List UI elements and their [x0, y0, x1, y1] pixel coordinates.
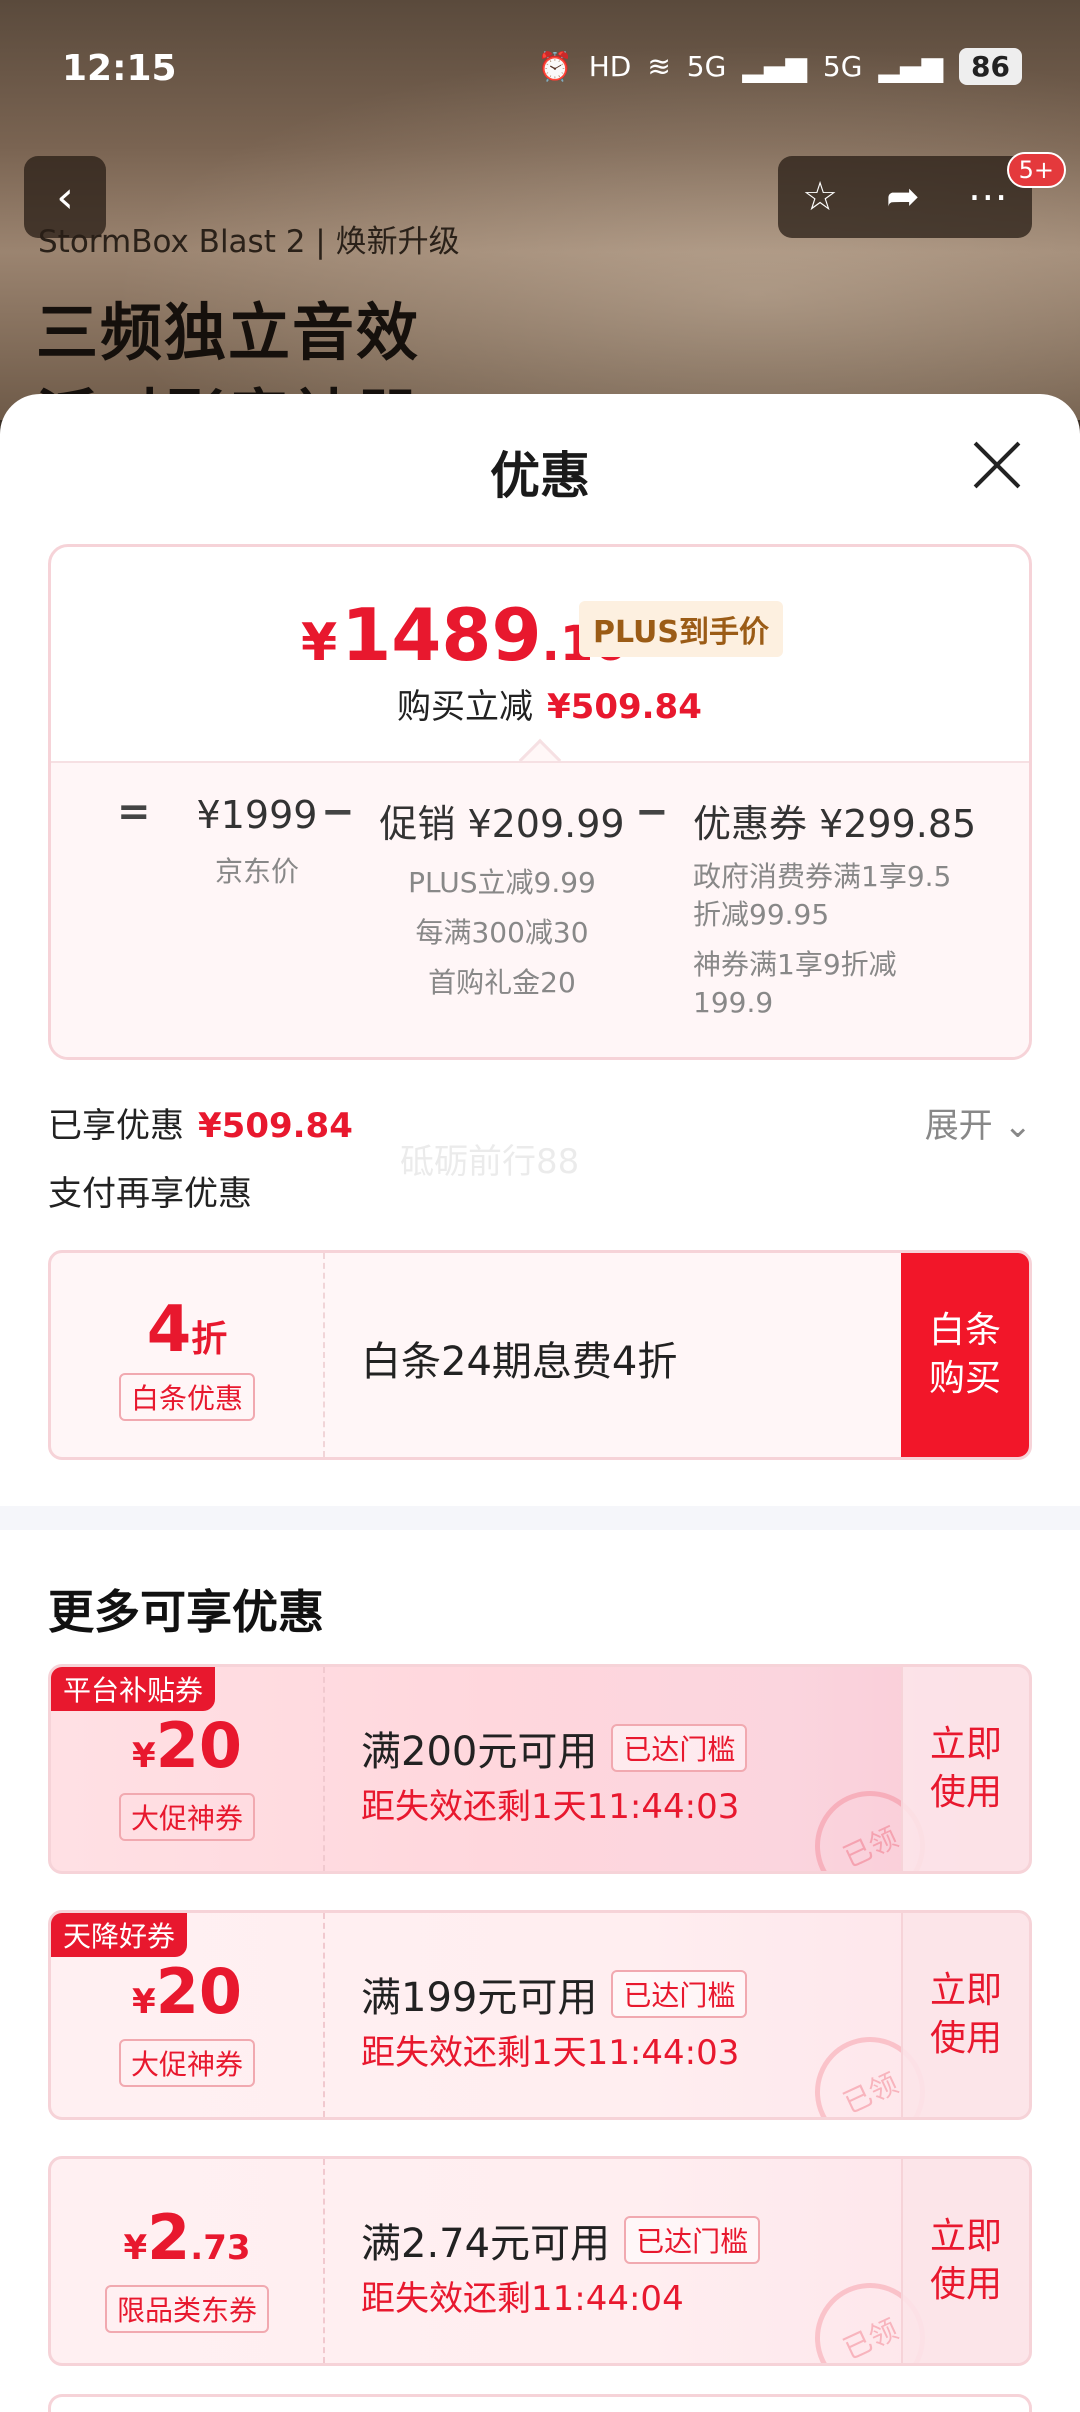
pay-more-title: 支付再享优惠 — [48, 1174, 252, 1214]
threshold-met-badge: 已达门槛 — [611, 1970, 748, 2018]
coupon-condition: 满200元可用 已达门槛 — [361, 1719, 748, 1777]
status-bar: 12:15 ⏰ HD ≋ 5G ▂▄▆ 5G ▂▄▆ 86 — [0, 0, 1080, 140]
coupon-condition: 满199元可用 已达门槛 — [361, 1965, 748, 2023]
promo-column: 促销 ¥209.99 PLUS立减9.99 每满300减30 首购礼金20 — [379, 802, 625, 999]
coupon-amount: ¥2.73 — [123, 2201, 251, 2274]
coupon-card: ¥2.73 限品类东券 满2.74元可用 已达门槛 距失效还剩11:44:04 … — [48, 2156, 1032, 2366]
expand-button[interactable]: 展开 ⌄ — [925, 1098, 1032, 1147]
baitiao-card: 4折 白条优惠 白条24期息费4折 白条购买 — [48, 1250, 1032, 1460]
minus-sign: − — [321, 789, 355, 835]
status-icons: ⏰ HD ≋ 5G ▂▄▆ 5G ▂▄▆ 86 — [538, 48, 1022, 85]
threshold-met-badge: 已达门槛 — [611, 1724, 748, 1772]
wifi-icon: ≋ — [647, 50, 671, 83]
coupon-card: 平台补贴券 ¥20 大促神券 满200元可用 已达门槛 距失效还剩1天11:44… — [48, 1664, 1032, 1874]
coupon-type: 限品类东券 — [104, 2285, 269, 2333]
more-icon[interactable]: ⋯ — [968, 174, 1008, 220]
coupon-condition: 满2.74元可用 已达门槛 — [361, 2211, 761, 2269]
back-button[interactable]: ‹ — [24, 156, 106, 238]
baitiao-tag: 白条优惠 — [118, 1373, 255, 1421]
discount-sheet: 优惠 ¥ 1489 .16 PLUS到手价 购买立减¥509.84 = ¥199… — [0, 394, 1080, 2412]
section-divider — [0, 1506, 1080, 1530]
equals-sign: = — [117, 789, 151, 835]
signal-icon-2: ▂▄▆ — [878, 50, 944, 83]
enjoyed-discount: 已享优惠 ¥509.84 — [48, 1106, 353, 1146]
signal-5g-icon: 5G — [686, 50, 727, 83]
close-icon[interactable] — [962, 430, 1032, 500]
baitiao-description: 白条24期息费4折 — [361, 1339, 678, 1385]
signal-icon: ▂▄▆ — [742, 50, 807, 83]
next-coupon-card-edge — [48, 2394, 1032, 2412]
minus-sign-2: − — [635, 789, 669, 835]
star-icon[interactable]: ☆ — [802, 174, 838, 220]
use-now-button[interactable]: 立即使用 — [901, 2159, 1029, 2363]
price-breakdown: = ¥1999 京东价 − 促销 ¥209.99 PLUS立减9.99 每满30… — [51, 761, 1029, 1057]
coupon-amount: ¥20 — [132, 1709, 242, 1782]
use-now-button[interactable]: 立即使用 — [901, 1667, 1029, 1871]
nav-actions: ☆ ➦ ⋯ — [778, 156, 1032, 238]
watermark: 砥砺前行88 — [400, 1142, 580, 1182]
sheet-title: 优惠 — [490, 447, 590, 505]
product-headline: 三频独立音效 — [36, 296, 421, 369]
battery-icon: 86 — [959, 48, 1022, 85]
coupon-column: 优惠券 ¥299.85 政府消费券满1享9.5 折减99.95 神券满1享9折减… — [693, 802, 977, 1019]
plus-price-tag: PLUS到手价 — [579, 601, 784, 657]
status-time: 12:15 — [62, 48, 177, 89]
coupon-card: 天降好券 ¥20 大促神券 满199元可用 已达门槛 距失效还剩1天11:44:… — [48, 1910, 1032, 2120]
price-card: ¥ 1489 .16 PLUS到手价 购买立减¥509.84 = ¥1999 京… — [48, 544, 1032, 1060]
threshold-met-badge: 已达门槛 — [624, 2216, 761, 2264]
coupon-amount: ¥20 — [132, 1955, 242, 2028]
chevron-left-icon: ‹ — [56, 171, 74, 223]
purchase-reduction: 购买立减 ¥509.84 — [397, 687, 702, 727]
coupon-expiry: 距失效还剩1天11:44:03 — [361, 1787, 740, 1827]
jd-price-column: ¥1999 京东价 — [196, 793, 318, 888]
alarm-icon: ⏰ — [537, 50, 573, 83]
more-discounts-title: 更多可享优惠 — [48, 1585, 324, 1639]
coupon-label: 平台补贴券 — [51, 1667, 216, 1711]
baitiao-discount: 4折 — [146, 1293, 228, 1367]
cart-badge: 5+ — [1006, 152, 1066, 188]
coupon-type: 大促神券 — [118, 2039, 255, 2087]
coupon-label: 天降好券 — [51, 1913, 188, 1957]
share-icon[interactable]: ➦ — [886, 174, 920, 220]
hd-icon: HD — [588, 50, 632, 83]
final-price: ¥ 1489 .16 — [301, 593, 627, 677]
use-now-button[interactable]: 立即使用 — [901, 1913, 1029, 2117]
signal-5g-icon-2: 5G — [822, 50, 863, 83]
coupon-type: 大促神券 — [118, 1793, 255, 1841]
baitiao-buy-button[interactable]: 白条购买 — [901, 1253, 1029, 1457]
coupon-expiry: 距失效还剩1天11:44:03 — [361, 2033, 740, 2073]
coupon-expiry: 距失效还剩11:44:04 — [361, 2279, 684, 2319]
chevron-down-icon: ⌄ — [1003, 1106, 1033, 1146]
